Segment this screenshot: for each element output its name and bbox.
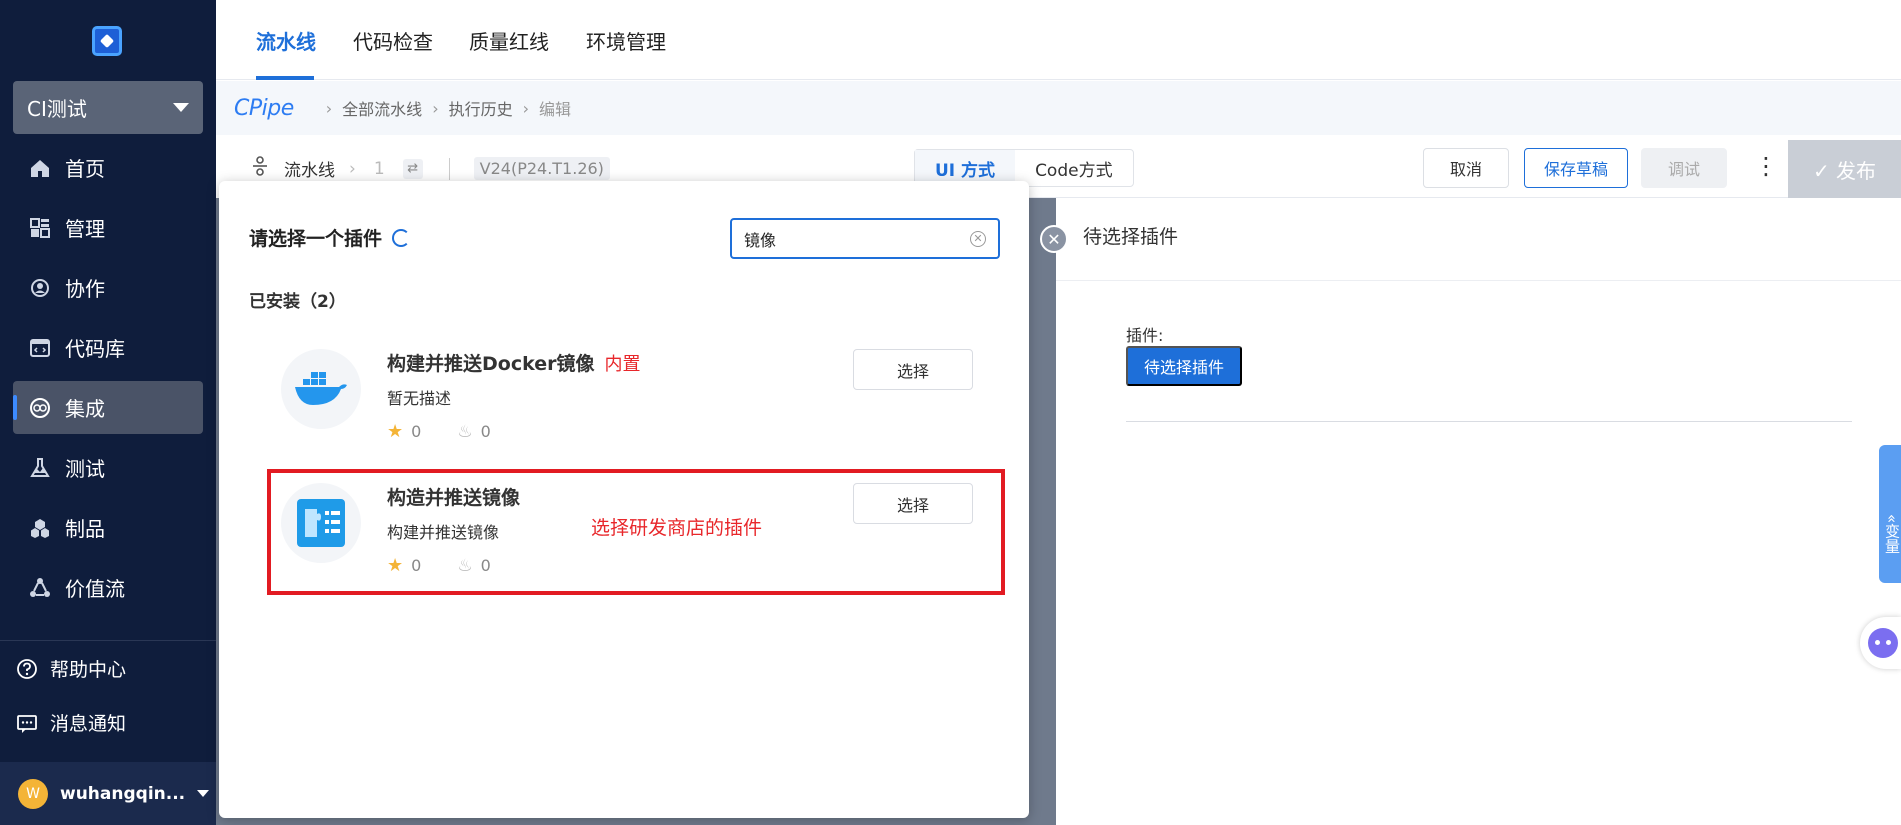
breadcrumb-edit: 编辑 (539, 100, 572, 119)
sidebar-item-test[interactable]: 测试 (13, 441, 203, 494)
cpipe-logo-c: C (234, 95, 249, 121)
sidebar-item-label: 价值流 (65, 577, 125, 601)
help-icon (16, 658, 38, 680)
clear-icon[interactable]: ✕ (970, 230, 986, 247)
flask-icon (29, 457, 51, 479)
more-icon[interactable]: ⋮ (1754, 154, 1778, 178)
top-tabs: 流水线 代码检查 质量红线 环境管理 (216, 0, 1901, 80)
refresh-icon[interactable] (392, 228, 411, 247)
sidebar-item-home[interactable]: 首页 (13, 141, 203, 194)
cancel-button[interactable]: 取消 (1423, 148, 1509, 188)
pipeline-info: 流水线 › 1 ⇄ V24(P24.T1.26) (250, 156, 610, 181)
bot-icon (1868, 628, 1898, 658)
breadcrumb-separator: › (325, 98, 333, 118)
close-icon[interactable]: ✕ (1040, 225, 1068, 253)
tab-env-manage[interactable]: 环境管理 (586, 26, 666, 55)
breadcrumb-separator: › (432, 98, 439, 118)
collab-icon (29, 277, 51, 299)
sidebar-item-label: 首页 (65, 157, 105, 181)
sidebar-divider (0, 640, 216, 641)
logo-icon[interactable] (92, 26, 122, 56)
sidebar-item-valuestream[interactable]: 价值流 (13, 561, 203, 614)
chevron-down-icon (197, 790, 210, 797)
plugin-name: 构建并推送Docker镜像 内置 (387, 349, 640, 376)
integration-icon (29, 397, 51, 419)
cubes-icon (29, 517, 51, 539)
breadcrumb-separator: › (522, 98, 530, 118)
sidebar-nav: 首页 管理 协作 代码库 集成 测试 制品 价值流 (13, 141, 203, 621)
plugin-stats: ★ 0 ♨ 0 (387, 421, 491, 442)
breadcrumb-history[interactable]: 执行历史 (449, 96, 513, 120)
star-count: 0 (411, 422, 422, 441)
cpipe-logo[interactable]: CPipe (234, 96, 294, 121)
help-center-link[interactable]: 帮助中心 (16, 655, 126, 682)
version-badge: V24(P24.T1.26) (473, 157, 610, 180)
sidebar-item-label: 制品 (65, 517, 105, 541)
project-select[interactable]: CI测试 (13, 81, 203, 134)
sidebar-item-integration[interactable]: 集成 (13, 381, 203, 434)
plugin-config-panel (1056, 198, 1901, 825)
help-center-label: 帮助中心 (50, 659, 127, 681)
sidebar-item-manage[interactable]: 管理 (13, 201, 203, 254)
sidebar: CI测试 首页 管理 协作 代码库 集成 测试 制品 价值流 帮助中心 消息通知… (0, 0, 216, 825)
publish-button[interactable]: ✓ 发布 (1788, 140, 1901, 198)
user-menu[interactable]: W wuhangqin... (0, 762, 216, 825)
cpipe-logo-rest: Pipe (248, 95, 294, 121)
star-icon: ★ (387, 421, 404, 442)
panel-divider (1056, 280, 1901, 281)
avatar: W (18, 778, 48, 809)
plugin-desc: 暂无描述 (387, 389, 452, 408)
chevron-down-icon (173, 103, 189, 112)
sidebar-item-label: 代码库 (65, 337, 125, 361)
save-draft-button[interactable]: 保存草稿 (1524, 148, 1628, 188)
modal-title-text: 请选择一个插件 (249, 228, 383, 250)
docker-icon (281, 349, 361, 429)
sidebar-item-code[interactable]: 代码库 (13, 321, 203, 374)
switch-icon[interactable]: ⇄ (402, 158, 423, 179)
annotation-text: 选择研发商店的插件 (591, 517, 763, 539)
debug-button[interactable]: 调试 (1641, 148, 1727, 188)
active-tab-indicator (256, 76, 314, 80)
home-icon (29, 157, 51, 179)
code-mode-button[interactable]: Code方式 (1015, 150, 1133, 186)
flow-icon (29, 577, 51, 599)
username: wuhangqin... (60, 783, 186, 804)
pipeline-number: 1 (373, 158, 385, 179)
pipeline-icon (250, 156, 270, 181)
tab-code-check[interactable]: 代码检查 (353, 26, 433, 55)
pipeline-label[interactable]: 流水线 (284, 156, 335, 181)
builtin-badge: 内置 (604, 353, 641, 375)
sidebar-item-label: 协作 (65, 277, 105, 301)
tab-pipeline[interactable]: 流水线 (256, 26, 316, 55)
select-button[interactable]: 选择 (853, 349, 973, 390)
flame-icon: ♨ (457, 421, 473, 442)
sidebar-item-label: 集成 (65, 397, 105, 421)
code-icon (29, 337, 51, 359)
variables-tab[interactable]: «变量 (1879, 445, 1901, 583)
plugin-name-text: 构建并推送Docker镜像 (387, 353, 595, 375)
chevron-right-icon: › (349, 158, 356, 179)
project-name: CI测试 (27, 97, 87, 121)
breadcrumb-all-pipelines[interactable]: 全部流水线 (342, 96, 422, 120)
notifications-link[interactable]: 消息通知 (16, 709, 126, 736)
hot-count: 0 (480, 422, 491, 441)
panel-title: 待选择插件 (1083, 226, 1179, 248)
notifications-label: 消息通知 (50, 713, 127, 735)
installed-section-label: 已安装（2） (249, 292, 346, 312)
toolbar-divider (448, 157, 450, 180)
sidebar-item-collab[interactable]: 协作 (13, 261, 203, 314)
tab-quality-gate[interactable]: 质量红线 (469, 26, 549, 55)
plugin-search-input[interactable]: 镜像 ✕ (730, 218, 1000, 259)
modal-title: 请选择一个插件 (249, 224, 411, 251)
breadcrumb: CPipe › 全部流水线 › 执行历史 › 编辑 (216, 81, 1901, 135)
sidebar-item-label: 测试 (65, 457, 105, 481)
panel-divider-line (1126, 421, 1852, 422)
pending-plugin-button[interactable]: 待选择插件 (1126, 346, 1242, 386)
plugin-field-label: 插件: (1126, 326, 1164, 345)
sidebar-item-label: 管理 (65, 217, 105, 241)
message-icon (16, 712, 38, 734)
grid-icon (29, 217, 51, 239)
search-value: 镜像 (744, 230, 777, 250)
sidebar-item-artifacts[interactable]: 制品 (13, 501, 203, 554)
